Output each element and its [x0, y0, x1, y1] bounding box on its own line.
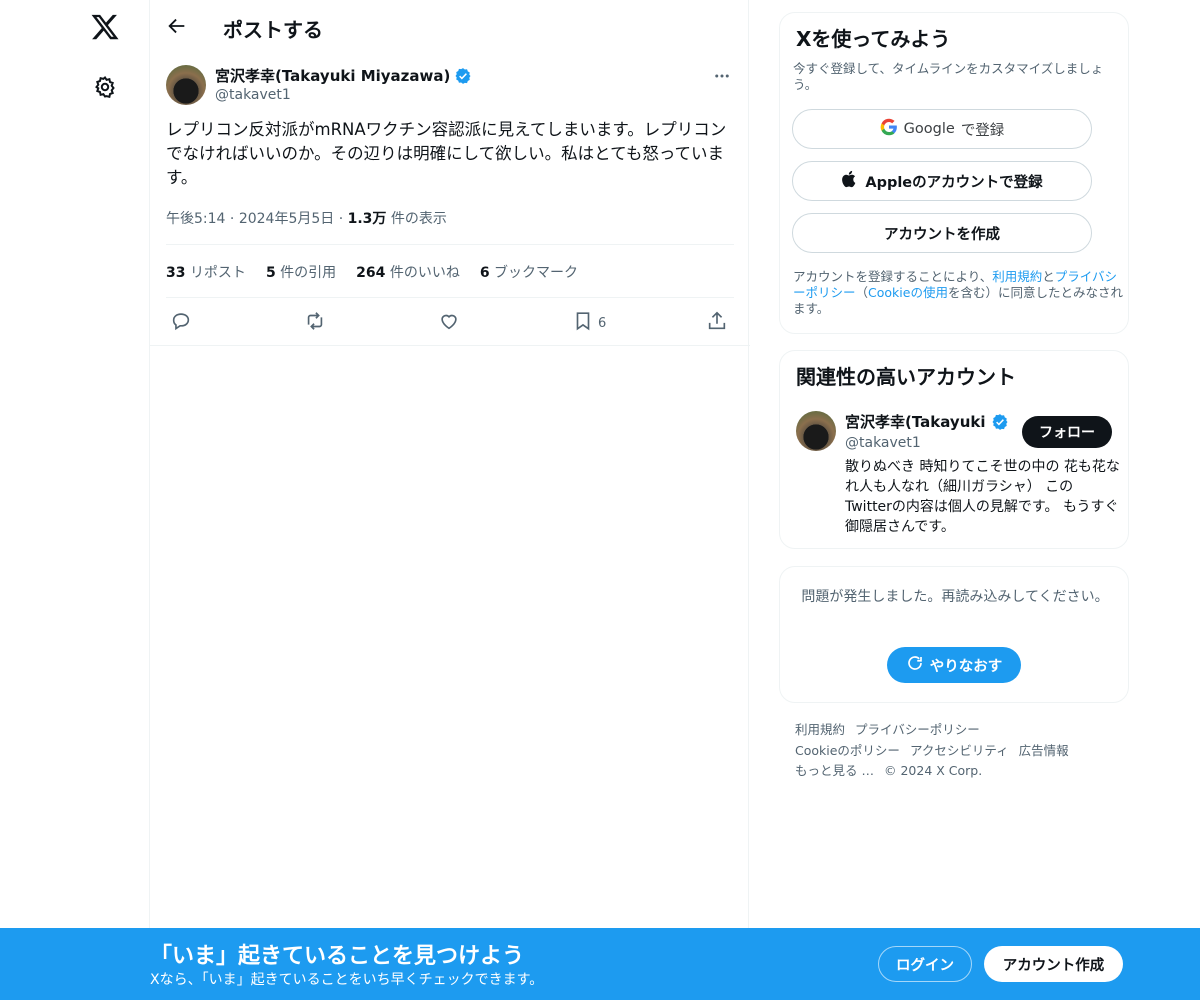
retry-button[interactable]: やりなおす: [887, 647, 1021, 683]
left-nav: [0, 0, 150, 1000]
footer-privacy-link[interactable]: プライバシーポリシー: [855, 722, 980, 737]
divider: [166, 297, 734, 298]
apple-icon: [841, 170, 859, 192]
google-signup-suffix: で登録: [960, 122, 1005, 139]
author-handle[interactable]: @takavet1: [215, 87, 291, 103]
bookmark-count: 6: [598, 316, 607, 331]
footer-links: 利用規約 プライバシーポリシー Cookieのポリシー アクセシビリティ 広告情報 も…: [795, 720, 1115, 782]
related-name[interactable]: 宮沢孝幸(Takayuki Miyazawa): [845, 411, 987, 432]
author-name-text: 宮沢孝幸(Takayuki Miyazawa): [215, 67, 451, 85]
error-message: 問題が発生しました。再読み込みしてください。: [801, 589, 1109, 605]
more-options-icon[interactable]: [713, 67, 731, 85]
follow-button[interactable]: フォロー: [1022, 416, 1112, 448]
verified-badge-icon: [991, 413, 1009, 431]
copyright: © 2024 X Corp.: [883, 763, 983, 778]
divider: [150, 345, 750, 346]
gear-icon[interactable]: [93, 75, 117, 99]
page-title: ポストする: [223, 18, 323, 42]
likes-stat[interactable]: 264 件のいいね: [356, 262, 460, 282]
post-stats: 33 リポスト 5 件の引用 264 件のいいね 6 ブックマーク: [166, 262, 578, 282]
author-name[interactable]: 宮沢孝幸(Takayuki Miyazawa): [215, 65, 472, 86]
cookie-link[interactable]: Cookieの使用: [868, 285, 948, 300]
bottom-bar-title: 「いま」起きていることを見つけよう: [150, 944, 525, 969]
quotes-stat[interactable]: 5 件の引用: [266, 262, 336, 282]
x-logo-icon[interactable]: [90, 12, 120, 42]
related-handle[interactable]: @takavet1: [845, 435, 921, 451]
footer-terms-link[interactable]: 利用規約: [795, 722, 845, 737]
apple-signup-button[interactable]: Appleのアカウントで登録: [792, 161, 1092, 201]
error-card: 問題が発生しました。再読み込みしてください。 やりなおす: [779, 566, 1129, 703]
bookmarks-stat: 6 ブックマーク: [479, 265, 579, 281]
legal-open: （: [855, 285, 869, 300]
main-column: ポストする 宮沢孝幸(Takayuki Miyazawa) @takavet1 …: [149, 0, 750, 1000]
repost-icon[interactable]: [304, 310, 328, 334]
signup-subtitle: 今すぐ登録して、タイムラインをカスタマイズしましょう。: [793, 61, 1104, 92]
verified-badge-icon: [454, 67, 472, 85]
create-account-label: アカウントを作成: [884, 226, 1000, 243]
footer-more-link[interactable]: もっと見る …: [795, 763, 874, 778]
related-bio: 散りぬべき 時知りてこそ世の中の 花も花なれ人も人なれ（細川ガラシャ） このTw…: [845, 459, 1120, 535]
legal-text: アカウントを登録することにより、利用規約とプライバシーポリシー（Cookieの使…: [793, 269, 1123, 317]
back-arrow-icon[interactable]: [166, 15, 188, 37]
post-time[interactable]: 午後5:14: [166, 211, 225, 227]
page-header: ポストする: [150, 0, 750, 53]
divider: [166, 244, 734, 245]
google-icon: [880, 118, 898, 140]
google-signup-button[interactable]: Google で登録: [792, 109, 1092, 149]
signup-title: Xを使ってみよう: [796, 27, 951, 51]
like-heart-icon[interactable]: [438, 310, 462, 334]
related-accounts-card: 関連性の高いアカウント 宮沢孝幸(Takayuki Miyazawa) @tak…: [779, 350, 1129, 549]
views-count: 1.3万: [347, 211, 387, 227]
login-button[interactable]: ログイン: [878, 946, 972, 982]
retry-label: やりなおす: [929, 658, 1003, 675]
create-account-button[interactable]: アカウントを作成: [792, 213, 1092, 253]
bottom-signup-bar: 「いま」起きていることを見つけよう Xなら、「いま」起きていることをいち早くチェ…: [0, 928, 1200, 1000]
legal-and: と: [1042, 269, 1055, 284]
post-date[interactable]: 2024年5月5日: [239, 211, 334, 227]
footer-cookie-link[interactable]: Cookieのポリシー: [795, 743, 900, 758]
post-text: レプリコン反対派がmRNAワクチン容認派に見えてしまいます。レプリコンでなければ…: [166, 120, 727, 187]
author-avatar[interactable]: [166, 65, 206, 105]
related-title: 関連性の高いアカウント: [796, 365, 1016, 389]
signup-button[interactable]: アカウント作成: [984, 946, 1123, 982]
post-meta: 午後5:14 · 2024年5月5日 · 1.3万 件の表示: [166, 211, 447, 227]
related-avatar[interactable]: [796, 411, 836, 451]
refresh-icon: [906, 654, 924, 676]
bookmark-icon[interactable]: [572, 310, 596, 334]
reply-icon[interactable]: [170, 310, 194, 334]
footer-ads-link[interactable]: 広告情報: [1019, 743, 1069, 758]
bottom-bar-subtitle: Xなら、「いま」起きていることをいち早くチェックできます。: [150, 972, 544, 988]
signup-card: Xを使ってみよう 今すぐ登録して、タイムラインをカスタマイズしましょう。 Goo…: [779, 12, 1129, 334]
legal-prefix: アカウントを登録することにより、: [793, 269, 993, 284]
footer-accessibility-link[interactable]: アクセシビリティ: [910, 743, 1009, 758]
post-actions: 6: [166, 308, 734, 336]
share-icon[interactable]: [706, 310, 730, 334]
terms-link[interactable]: 利用規約: [992, 269, 1042, 284]
google-signup-label: Google: [903, 121, 955, 137]
reposts-stat[interactable]: 33 リポスト: [166, 262, 246, 282]
apple-signup-label: Appleのアカウントで登録: [865, 174, 1043, 191]
views-label: 件の表示: [390, 211, 447, 227]
